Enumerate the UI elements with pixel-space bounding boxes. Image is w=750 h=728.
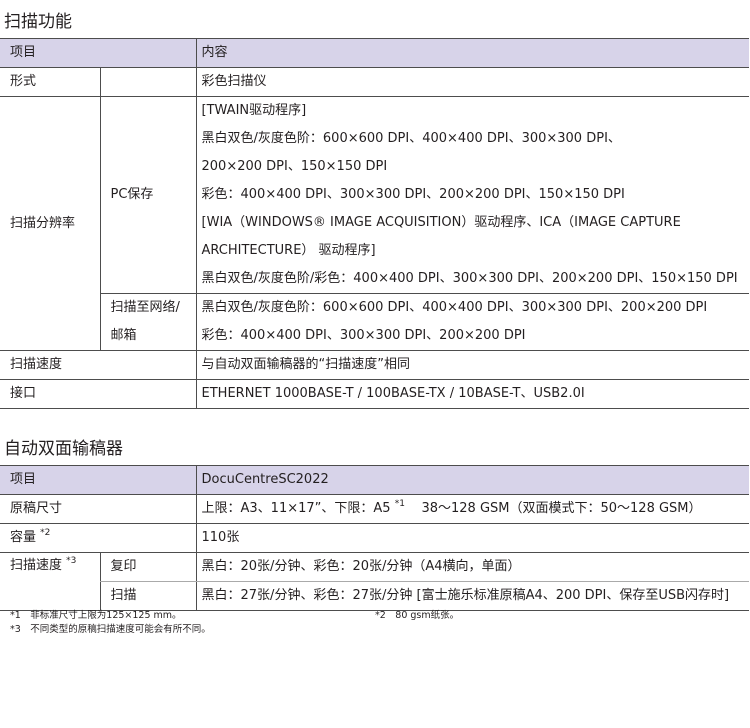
- sub-label-pc: PC保存: [99, 96, 197, 294]
- footnote-2: *2 80 gsm纸张。: [375, 610, 460, 621]
- footnote-mark: *3: [66, 556, 77, 566]
- row-value-interface: ETHERNET 1000BASE-T / 100BASE-TX / 10BAS…: [195, 379, 750, 409]
- row-label-capacity: 容量 *2: [0, 524, 196, 553]
- pc-line: 黑白双色/灰度色阶/彩色：400×400 DPI、300×300 DPI、200…: [201, 271, 738, 286]
- row-label-interface: 接口: [10, 386, 37, 401]
- row-value-scan: 黑白：27张/分钟、彩色：27张/分钟 [富士施乐标准原稿A4、200 DPI、…: [195, 581, 750, 611]
- header-item: 项目: [0, 465, 197, 495]
- sub-label-scan: 扫描: [99, 581, 197, 611]
- pc-line: [WIA（WINDOWS® IMAGE ACQUISITION）驱动程序、ICA…: [201, 215, 681, 230]
- pc-line: 200×200 DPI、150×150 DPI: [201, 159, 388, 174]
- row-value-capacity: 110张: [195, 523, 750, 553]
- table-header-row: 项目 DocuCentreSC2022: [0, 465, 750, 495]
- footnote-mark: *2: [40, 528, 51, 538]
- sub-label-network: 扫描至网络/ 邮箱: [99, 293, 197, 351]
- header-content: 内容: [195, 38, 750, 68]
- size-weight: 38～128 GSM（双面模式下：50～128 GSM）: [421, 501, 702, 516]
- row-value-copy: 黑白：20张/分钟、彩色：20张/分钟（A4横向，单面）: [195, 552, 750, 582]
- network-line: 黑白双色/灰度色阶：600×600 DPI、400×400 DPI、300×30…: [201, 300, 708, 315]
- pc-resolution-values: [TWAIN驱动程序] 黑白双色/灰度色阶：600×600 DPI、400×40…: [195, 96, 750, 294]
- pc-line: 黑白双色/灰度色阶：600×600 DPI、400×400 DPI、300×30…: [201, 131, 621, 146]
- table-row: 扫描至网络/ 邮箱 黑白双色/灰度色阶：600×600 DPI、400×400 …: [0, 293, 750, 351]
- header-model: DocuCentreSC2022: [195, 465, 750, 495]
- adf-spec-table: 项目 DocuCentreSC2022 原稿尺寸 上限：A3、11×17”、下限…: [0, 465, 750, 611]
- pc-line: ARCHITECTURE） 驱动程序]: [201, 243, 376, 258]
- table-row: 形式 彩色扫描仪: [0, 67, 750, 97]
- adf-speed-label-text: 扫描速度: [10, 558, 63, 573]
- network-resolution-values: 黑白双色/灰度色阶：600×600 DPI、400×400 DPI、300×30…: [195, 293, 750, 351]
- row-label-resolution: 扫描分辨率: [0, 96, 100, 351]
- size-limits: 上限：A3、11×17”、下限：A5: [201, 501, 391, 516]
- table-row: 扫描 黑白：27张/分钟、彩色：27张/分钟 [富士施乐标准原稿A4、200 D…: [0, 581, 750, 611]
- network-label-line: 扫描至网络/: [110, 300, 180, 315]
- capacity-label-text: 容量: [10, 530, 37, 545]
- row-value-form: 彩色扫描仪: [195, 67, 750, 97]
- table-row: 接口 ETHERNET 1000BASE-T / 100BASE-TX / 10…: [0, 379, 750, 409]
- table-header-row: 项目 内容: [0, 38, 750, 68]
- row-label-size: 原稿尺寸: [10, 501, 63, 516]
- table-row: 容量 *2 110张: [0, 523, 750, 553]
- pc-line: [TWAIN驱动程序]: [201, 103, 307, 118]
- header-item: 项目: [0, 38, 197, 68]
- row-label-adf-speed: 扫描速度 *3: [0, 552, 100, 611]
- scan-section-title: 扫描功能: [4, 12, 72, 32]
- pc-line: 彩色：400×400 DPI、300×300 DPI、200×200 DPI、1…: [201, 187, 625, 202]
- row-value-speed: 与自动双面输稿器的“扫描速度”相同: [195, 350, 750, 380]
- adf-section-title: 自动双面输稿器: [4, 439, 123, 459]
- footnote-3: *3 不同类型的原稿扫描速度可能会有所不同。: [10, 624, 211, 635]
- network-line: 彩色：400×400 DPI、300×300 DPI、200×200 DPI: [201, 328, 526, 343]
- table-row: 扫描速度 *3 复印 黑白：20张/分钟、彩色：20张/分钟（A4横向，单面）: [0, 552, 750, 611]
- scan-spec-table: 项目 内容 形式 彩色扫描仪 扫描分辨率 PC保存 [TWAIN驱动程序] 黑白…: [0, 38, 750, 409]
- table-row: 扫描速度 与自动双面输稿器的“扫描速度”相同: [0, 350, 750, 380]
- footnote-1: *1 非标准尺寸上限为125×125 mm。: [10, 610, 182, 621]
- footnote-mark: *1: [394, 499, 405, 509]
- sub-label-copy: 复印: [99, 552, 197, 582]
- table-row: 扫描分辨率 PC保存 [TWAIN驱动程序] 黑白双色/灰度色阶：600×600…: [0, 96, 750, 351]
- network-label-line: 邮箱: [110, 328, 137, 343]
- row-value-size: 上限：A3、11×17”、下限：A5 *1 38～128 GSM（双面模式下：5…: [195, 494, 750, 524]
- table-row: 原稿尺寸 上限：A3、11×17”、下限：A5 *1 38～128 GSM（双面…: [0, 494, 750, 524]
- row-label-form: 形式: [10, 74, 37, 89]
- empty-cell: [99, 67, 197, 97]
- row-label-speed: 扫描速度: [10, 357, 63, 372]
